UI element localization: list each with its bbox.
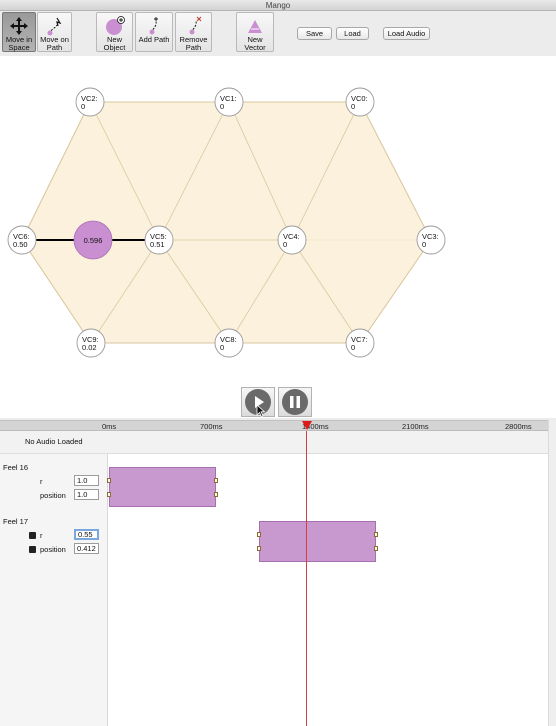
- save-button[interactable]: Save: [297, 27, 332, 40]
- feel-16-r-label: r: [40, 477, 43, 486]
- pause-button[interactable]: [278, 387, 312, 417]
- feel-17-r-label: r: [40, 531, 43, 540]
- feel-16-position-input[interactable]: 1.0: [74, 489, 99, 500]
- new-object-button[interactable]: New Object: [96, 12, 133, 52]
- toolbar: Move in Space Move on Path New Object Ad…: [0, 11, 556, 55]
- audio-track-row: No Audio Loaded: [0, 431, 548, 454]
- lock-icon[interactable]: [29, 546, 36, 553]
- vector-node-value: 0: [81, 102, 85, 111]
- clip-handle[interactable]: [374, 546, 378, 551]
- ruler-tick: 2100ms: [402, 422, 429, 431]
- load-audio-button[interactable]: Load Audio: [383, 27, 430, 40]
- vector-space[interactable]: VC2:0 VC1:0 VC0:0 VC6:0.50 VC5:0.51 VC4:0 VC3:…: [0, 56, 556, 418]
- feel-16-title: Feel 16: [3, 463, 29, 472]
- add-path-icon: [149, 17, 158, 35]
- load-button[interactable]: Load: [336, 27, 369, 40]
- new-vector-icon: [248, 20, 262, 33]
- new-vector-button[interactable]: New Vector: [236, 12, 274, 52]
- feel-16-position-label: position: [40, 491, 66, 500]
- clip-handle[interactable]: [257, 532, 261, 537]
- clip-handle[interactable]: [214, 478, 218, 483]
- remove-path-button[interactable]: Remove Path: [175, 12, 212, 52]
- vector-node[interactable]: VC6:0.50: [7, 225, 37, 255]
- clip-handle[interactable]: [107, 478, 111, 483]
- clip-handle[interactable]: [374, 532, 378, 537]
- vector-node-value: 0: [220, 343, 224, 352]
- clip-handle[interactable]: [107, 492, 111, 497]
- timeline-ruler[interactable]: 0ms 700ms 1400ms 2100ms 2800ms: [0, 420, 548, 431]
- move-in-space-button[interactable]: Move in Space: [2, 12, 36, 52]
- remove-path-icon: [189, 16, 201, 35]
- add-path-button[interactable]: Add Path: [135, 12, 173, 52]
- pause-icon: [282, 389, 308, 415]
- move-on-path-button[interactable]: Move on Path: [37, 12, 72, 52]
- vector-node-value: 0: [351, 343, 355, 352]
- move-on-path-label: Move on Path: [40, 35, 69, 52]
- path-pointer-icon: [47, 17, 61, 36]
- vector-node-value: 0: [283, 240, 287, 249]
- add-path-label: Add Path: [138, 35, 170, 44]
- vector-node-value: 0: [220, 102, 224, 111]
- feel-17-position-input[interactable]: 0.412: [74, 543, 99, 554]
- vector-node[interactable]: VC5:0.51: [144, 225, 174, 255]
- vector-node[interactable]: VC3:0: [416, 225, 446, 255]
- window-titlebar: Mango: [0, 0, 556, 11]
- feel-17-clip[interactable]: [257, 521, 378, 562]
- sound-object-value: 0.596: [84, 236, 103, 245]
- playhead-line[interactable]: [306, 431, 307, 726]
- mouse-cursor-icon: [256, 404, 266, 417]
- vector-node[interactable]: VC1:0: [214, 87, 244, 117]
- vector-node[interactable]: VC0:0: [345, 87, 375, 117]
- sound-object[interactable]: 0.596: [73, 220, 113, 260]
- move-arrows-icon: [10, 17, 28, 35]
- vector-node[interactable]: VC7:0: [345, 328, 375, 358]
- new-object-icon: [105, 16, 125, 35]
- playhead-marker[interactable]: [302, 421, 312, 430]
- vector-node[interactable]: VC2:0: [75, 87, 105, 117]
- vector-node[interactable]: VC8:0: [214, 328, 244, 358]
- vector-node-value: 0.50: [13, 240, 28, 249]
- clip-handle[interactable]: [257, 546, 261, 551]
- track-header-panel: Feel 16 r 1.0 position 1.0 Feel 17 r 0.5…: [0, 454, 108, 726]
- remove-path-label: Remove Path: [179, 35, 208, 52]
- feel-17-position-label: position: [40, 545, 66, 554]
- vector-node-value: 0.51: [150, 240, 165, 249]
- move-in-space-label: Move in Space: [5, 35, 33, 52]
- vector-node[interactable]: VC4:0: [277, 225, 307, 255]
- audio-status: No Audio Loaded: [25, 437, 83, 446]
- ruler-tick: 2800ms: [505, 422, 532, 431]
- feel-16-r-input[interactable]: 1.0: [74, 475, 99, 486]
- space-region: [21, 101, 432, 344]
- vector-node-value: 0: [351, 102, 355, 111]
- ruler-tick: 700ms: [200, 422, 223, 431]
- feel-17-title: Feel 17: [3, 517, 29, 526]
- vector-node-value: 0.02: [82, 343, 97, 352]
- feel-16-clip[interactable]: [107, 467, 218, 507]
- timeline-scrollbar[interactable]: [548, 420, 556, 726]
- vector-node-value: 0: [422, 240, 426, 249]
- new-object-label: New Object: [103, 35, 126, 52]
- new-vector-label: New Vector: [244, 35, 266, 52]
- lock-icon[interactable]: [29, 532, 36, 539]
- vector-node[interactable]: VC9:0.02: [76, 328, 106, 358]
- window-title: Mango: [265, 1, 291, 10]
- clip-handle[interactable]: [214, 492, 218, 497]
- ruler-tick: 0ms: [102, 422, 117, 431]
- feel-17-r-input[interactable]: 0.55: [74, 529, 99, 540]
- vector-space-canvas[interactable]: VC2: 0 VC1: 0 VC0: 0 VC6: 0.50 VC5: 0.51 VC4: 0 VC3:…: [0, 56, 556, 418]
- track-lanes[interactable]: [107, 454, 548, 726]
